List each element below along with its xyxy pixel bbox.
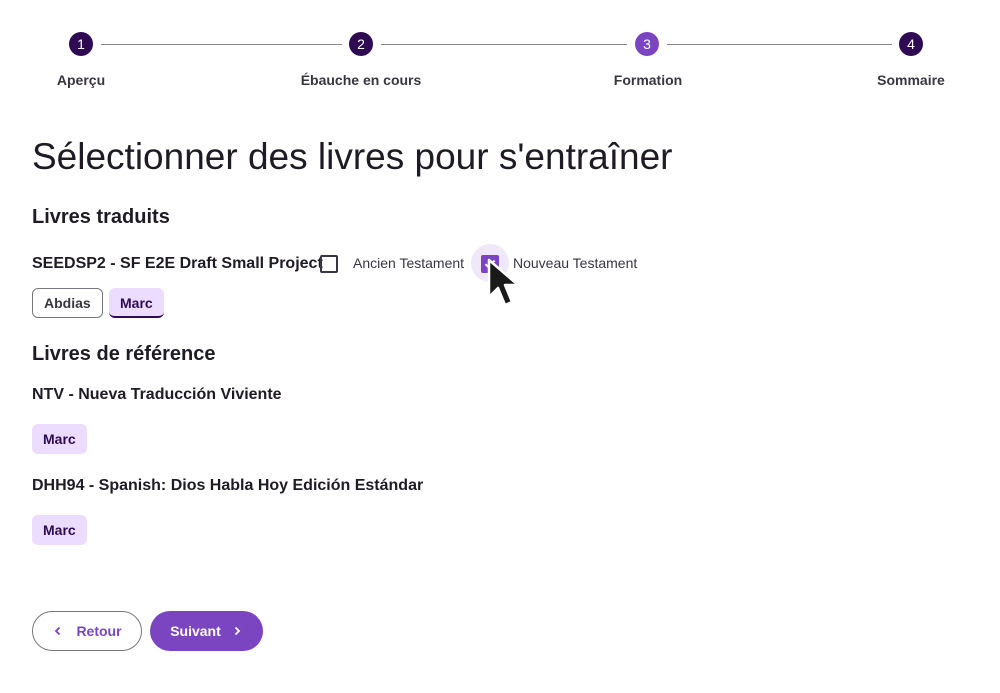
reference-book-chip[interactable]: Marc xyxy=(32,424,87,454)
book-chip-marc[interactable]: Marc xyxy=(109,288,164,318)
page-title: Sélectionner des livres pour s'entraîner xyxy=(32,136,673,177)
mouse-cursor-icon xyxy=(487,258,520,307)
step-1-circle[interactable]: 1 xyxy=(69,32,93,56)
step-1-label[interactable]: Aperçu xyxy=(57,72,105,88)
next-button-label: Suivant xyxy=(170,623,221,639)
step-connector xyxy=(667,44,892,45)
old-testament-checkbox[interactable] xyxy=(320,255,338,273)
reference-source-name: NTV - Nueva Traducción Viviente xyxy=(32,386,282,403)
reference-source-name: DHH94 - Spanish: Dios Habla Hoy Edición … xyxy=(32,477,424,494)
translated-project-name: SEEDSP2 - SF E2E Draft Small Project xyxy=(32,255,323,272)
new-testament-label[interactable]: Nouveau Testament xyxy=(513,255,637,271)
step-connector xyxy=(101,44,342,45)
book-chip-abdias[interactable]: Abdias xyxy=(32,288,103,318)
step-4-circle[interactable]: 4 xyxy=(899,32,923,56)
step-connector xyxy=(381,44,627,45)
step-2-label[interactable]: Ébauche en cours xyxy=(301,72,422,88)
next-button[interactable]: Suivant xyxy=(150,611,263,651)
step-3-circle[interactable]: 3 xyxy=(635,32,659,56)
old-testament-label[interactable]: Ancien Testament xyxy=(353,255,464,271)
back-button-label: Retour xyxy=(76,623,122,639)
chevron-left-icon xyxy=(55,626,61,636)
step-2-circle[interactable]: 2 xyxy=(349,32,373,56)
reference-books-heading: Livres de référence xyxy=(32,343,216,365)
stepper: 1 2 3 4 Aperçu Ébauche en cours Formatio… xyxy=(0,0,1000,100)
chevron-right-icon xyxy=(234,626,241,636)
back-button[interactable]: Retour xyxy=(32,611,142,651)
step-4-label[interactable]: Sommaire xyxy=(877,72,945,88)
step-3-label[interactable]: Formation xyxy=(614,72,682,88)
translated-books-heading: Livres traduits xyxy=(32,206,170,228)
reference-book-chip[interactable]: Marc xyxy=(32,515,87,545)
